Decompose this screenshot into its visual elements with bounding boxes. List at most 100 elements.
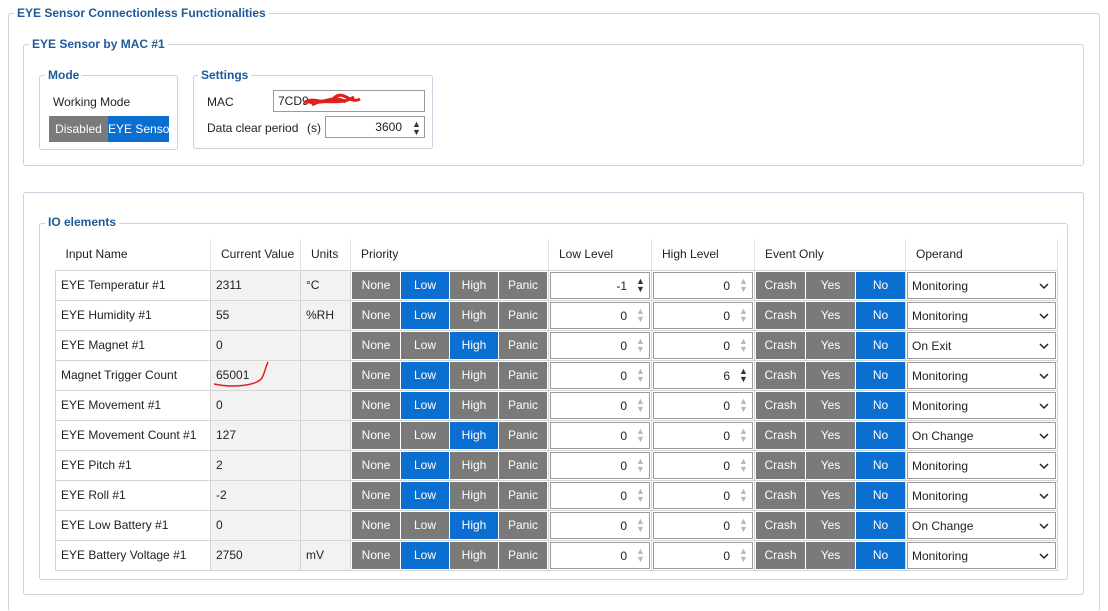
low-level-spinner[interactable]: ▲ ▼	[636, 306, 645, 323]
column-header-event-only[interactable]: Event Only	[754, 239, 906, 270]
low-level-input[interactable]: 0 ▲ ▼	[550, 511, 650, 539]
priority-panic-button[interactable]: Panic	[499, 481, 547, 509]
low-level-input[interactable]: 0 ▲ ▼	[550, 451, 650, 479]
priority-panic-button[interactable]: Panic	[499, 451, 547, 479]
high-level-spinner[interactable]: ▲ ▼	[739, 276, 748, 293]
event-yes-button[interactable]: Yes	[806, 331, 855, 359]
priority-low-button[interactable]: Low	[401, 271, 449, 299]
priority-panic-button[interactable]: Panic	[499, 361, 547, 389]
column-header-low-level[interactable]: Low Level	[548, 239, 652, 270]
high-level-input[interactable]: 6 ▲ ▼	[653, 361, 753, 389]
chevron-down-icon[interactable]: ▼	[739, 284, 748, 293]
priority-high-button[interactable]: High	[450, 361, 498, 389]
column-header-units[interactable]: Units	[300, 239, 351, 270]
chevron-down-icon[interactable]	[1039, 521, 1049, 531]
priority-none-button[interactable]: None	[352, 331, 400, 359]
operand-select[interactable]: On Change	[907, 511, 1056, 539]
high-level-spinner[interactable]: ▲ ▼	[739, 516, 748, 533]
priority-none-button[interactable]: None	[352, 271, 400, 299]
priority-high-button[interactable]: High	[450, 271, 498, 299]
high-level-input[interactable]: 0 ▲ ▼	[653, 451, 753, 479]
chevron-down-icon[interactable]	[1039, 401, 1049, 411]
chevron-down-icon[interactable]	[1039, 281, 1049, 291]
priority-high-button[interactable]: High	[450, 391, 498, 419]
chevron-down-icon[interactable]: ▼	[636, 464, 645, 473]
chevron-down-icon[interactable]	[1039, 461, 1049, 471]
event-yes-button[interactable]: Yes	[806, 391, 855, 419]
event-crash-button[interactable]: Crash	[756, 391, 805, 419]
column-header-priority[interactable]: Priority	[350, 239, 549, 270]
high-level-input[interactable]: 0 ▲ ▼	[653, 421, 753, 449]
priority-low-button[interactable]: Low	[401, 301, 449, 329]
chevron-down-icon[interactable]	[1039, 311, 1049, 321]
event-crash-button[interactable]: Crash	[756, 271, 805, 299]
low-level-input[interactable]: 0 ▲ ▼	[550, 541, 650, 569]
event-yes-button[interactable]: Yes	[806, 271, 855, 299]
chevron-down-icon[interactable]: ▼	[739, 524, 748, 533]
mac-input[interactable]: 7CD9	[273, 90, 425, 112]
operand-select[interactable]: Monitoring	[907, 451, 1056, 479]
low-level-input[interactable]: 0 ▲ ▼	[550, 361, 650, 389]
priority-high-button[interactable]: High	[450, 511, 498, 539]
priority-none-button[interactable]: None	[352, 301, 400, 329]
priority-panic-button[interactable]: Panic	[499, 301, 547, 329]
chevron-down-icon[interactable]	[1039, 341, 1049, 351]
priority-panic-button[interactable]: Panic	[499, 271, 547, 299]
data-clear-input[interactable]: 3600 ▲ ▼	[325, 116, 425, 138]
low-level-spinner[interactable]: ▲ ▼	[636, 426, 645, 443]
low-level-spinner[interactable]: ▲ ▼	[636, 366, 645, 383]
event-crash-button[interactable]: Crash	[756, 511, 805, 539]
low-level-input[interactable]: 0 ▲ ▼	[550, 391, 650, 419]
low-level-spinner[interactable]: ▲ ▼	[636, 396, 645, 413]
operand-select[interactable]: Monitoring	[907, 361, 1056, 389]
priority-low-button[interactable]: Low	[401, 361, 449, 389]
event-crash-button[interactable]: Crash	[756, 361, 805, 389]
low-level-spinner[interactable]: ▲ ▼	[636, 456, 645, 473]
low-level-spinner[interactable]: ▲ ▼	[636, 516, 645, 533]
high-level-spinner[interactable]: ▲ ▼	[739, 366, 748, 383]
chevron-down-icon[interactable]: ▼	[636, 404, 645, 413]
event-crash-button[interactable]: Crash	[756, 421, 805, 449]
high-level-spinner[interactable]: ▲ ▼	[739, 546, 748, 563]
priority-panic-button[interactable]: Panic	[499, 331, 547, 359]
priority-high-button[interactable]: High	[450, 331, 498, 359]
priority-panic-button[interactable]: Panic	[499, 421, 547, 449]
priority-panic-button[interactable]: Panic	[499, 541, 547, 569]
data-clear-spinner[interactable]: ▲ ▼	[412, 120, 421, 137]
priority-high-button[interactable]: High	[450, 421, 498, 449]
low-level-spinner[interactable]: ▲ ▼	[636, 276, 645, 293]
chevron-down-icon[interactable]: ▼	[739, 344, 748, 353]
event-crash-button[interactable]: Crash	[756, 451, 805, 479]
chevron-down-icon[interactable]: ▼	[636, 554, 645, 563]
chevron-down-icon[interactable]: ▼	[636, 284, 645, 293]
high-level-input[interactable]: 0 ▲ ▼	[653, 391, 753, 419]
high-level-input[interactable]: 0 ▲ ▼	[653, 301, 753, 329]
event-no-button[interactable]: No	[856, 511, 905, 539]
priority-none-button[interactable]: None	[352, 511, 400, 539]
priority-high-button[interactable]: High	[450, 481, 498, 509]
priority-low-button[interactable]: Low	[401, 451, 449, 479]
low-level-spinner[interactable]: ▲ ▼	[636, 546, 645, 563]
high-level-input[interactable]: 0 ▲ ▼	[653, 271, 753, 299]
priority-low-button[interactable]: Low	[401, 541, 449, 569]
event-no-button[interactable]: No	[856, 391, 905, 419]
high-level-spinner[interactable]: ▲ ▼	[739, 336, 748, 353]
low-level-spinner[interactable]: ▲ ▼	[636, 486, 645, 503]
priority-low-button[interactable]: Low	[401, 511, 449, 539]
chevron-down-icon[interactable]: ▼	[739, 314, 748, 323]
priority-none-button[interactable]: None	[352, 361, 400, 389]
chevron-down-icon[interactable]: ▼	[636, 524, 645, 533]
priority-none-button[interactable]: None	[352, 541, 400, 569]
chevron-down-icon[interactable]: ▼	[739, 374, 748, 383]
event-yes-button[interactable]: Yes	[806, 361, 855, 389]
chevron-down-icon[interactable]: ▼	[636, 314, 645, 323]
event-yes-button[interactable]: Yes	[806, 301, 855, 329]
mode-option-disabled[interactable]: Disabled	[49, 116, 108, 142]
priority-high-button[interactable]: High	[450, 301, 498, 329]
high-level-input[interactable]: 0 ▲ ▼	[653, 511, 753, 539]
mode-option-eye-sensor[interactable]: EYE Sensor	[108, 116, 173, 142]
event-crash-button[interactable]: Crash	[756, 481, 805, 509]
priority-high-button[interactable]: High	[450, 451, 498, 479]
priority-low-button[interactable]: Low	[401, 421, 449, 449]
operand-select[interactable]: Monitoring	[907, 541, 1056, 569]
